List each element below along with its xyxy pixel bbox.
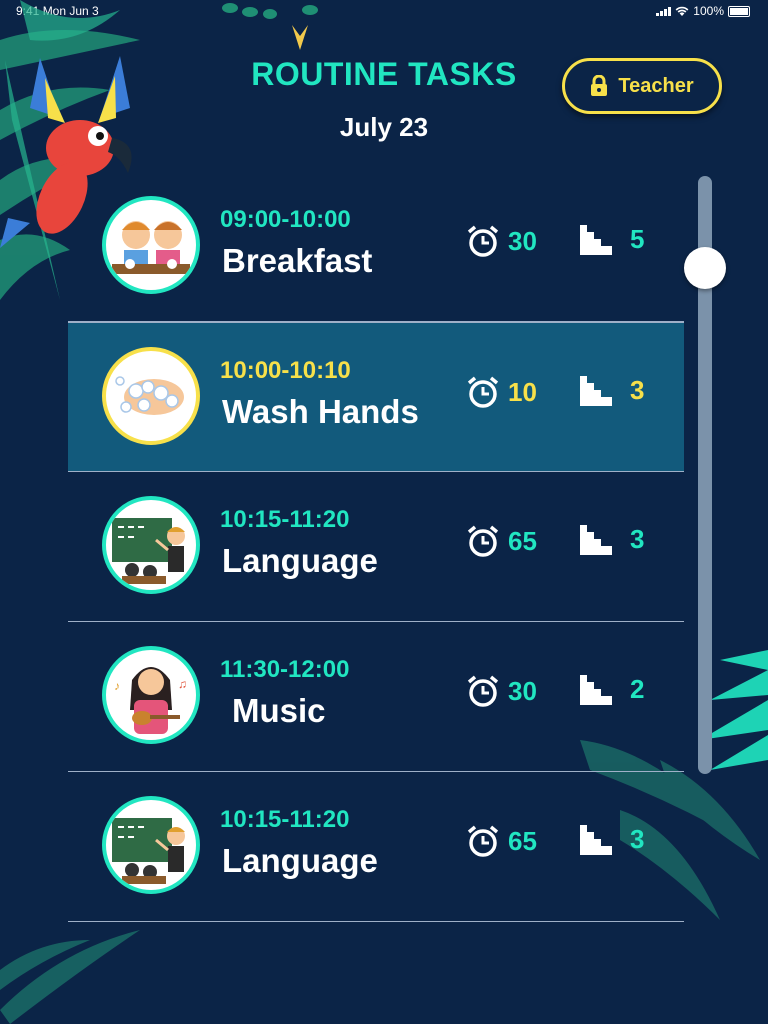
cellular-signal-icon — [656, 6, 672, 16]
steps-count: 3 — [630, 824, 645, 854]
task-row-language-2[interactable]: 10:15-11:20 Language 65 3 — [68, 772, 684, 922]
duration-minutes: 65 — [508, 525, 537, 556]
task-image-breakfast — [102, 196, 200, 294]
task-time: 10:00-10:10 — [220, 357, 351, 384]
task-steps: 5 — [580, 224, 644, 255]
stairs-icon — [580, 674, 612, 705]
alarm-clock-icon — [467, 225, 499, 257]
stairs-icon — [580, 824, 612, 855]
task-name: Music — [232, 692, 326, 729]
task-row-music[interactable]: ♪ ♫ 11:30-12:00 Music 30 2 — [68, 622, 684, 772]
task-duration: 65 — [466, 824, 537, 858]
alarm-clock-icon — [467, 825, 499, 857]
task-image-language — [102, 796, 200, 894]
stairs-icon — [580, 224, 612, 255]
task-steps: 3 — [580, 524, 644, 555]
battery-icon — [728, 5, 750, 17]
duration-minutes: 30 — [508, 675, 537, 706]
steps-count: 3 — [630, 524, 645, 554]
task-time: 09:00-10:00 — [220, 206, 351, 233]
task-steps: 3 — [580, 375, 644, 406]
task-list: 09:00-10:00 Breakfast 30 5 10:00-10:10 W… — [68, 172, 684, 922]
steps-count: 3 — [630, 375, 645, 405]
status-time: 9:41 Mon Jun 3 — [16, 4, 99, 18]
task-duration: 65 — [466, 524, 537, 558]
task-time: 10:15-11:20 — [220, 806, 350, 833]
duration-minutes: 65 — [508, 825, 537, 856]
stairs-icon — [580, 375, 612, 406]
steps-count: 2 — [630, 674, 645, 704]
leaves-bottom-left-decoration — [0, 930, 140, 1024]
task-image-music: ♪ ♫ — [102, 646, 200, 744]
task-image-wash-hands — [102, 347, 200, 445]
task-name: Breakfast — [222, 242, 373, 279]
alarm-clock-icon — [467, 675, 499, 707]
alarm-clock-icon — [467, 376, 499, 408]
wifi-icon — [675, 6, 689, 16]
stairs-icon — [580, 524, 612, 555]
task-duration: 10 — [466, 375, 537, 409]
status-indicators: 100% — [656, 4, 750, 18]
svg-text:♪: ♪ — [114, 679, 120, 693]
duration-minutes: 30 — [508, 225, 537, 256]
teacher-button-label: Teacher — [618, 74, 694, 97]
task-image-language — [102, 496, 200, 594]
task-time: 10:15-11:20 — [220, 506, 350, 533]
steps-count: 5 — [630, 224, 645, 254]
duration-minutes: 10 — [508, 376, 537, 407]
status-bar: 9:41 Mon Jun 3 100% — [0, 0, 768, 22]
task-steps: 3 — [580, 824, 644, 855]
task-time: 11:30-12:00 — [220, 656, 350, 683]
task-row-wash-hands[interactable]: 10:00-10:10 Wash Hands 10 3 — [68, 322, 684, 472]
scrollbar-thumb[interactable] — [684, 247, 726, 289]
task-name: Language — [222, 842, 378, 879]
task-name: Wash Hands — [222, 393, 419, 430]
task-name: Language — [222, 542, 378, 579]
alarm-clock-icon — [467, 525, 499, 557]
task-steps: 2 — [580, 674, 644, 705]
task-duration: 30 — [466, 674, 537, 708]
battery-percent: 100% — [693, 4, 724, 18]
lock-icon — [591, 75, 608, 96]
teacher-button[interactable]: Teacher — [562, 58, 722, 114]
svg-text:♫: ♫ — [178, 677, 187, 691]
task-row-breakfast[interactable]: 09:00-10:00 Breakfast 30 5 — [68, 172, 684, 322]
task-row-language[interactable]: 10:15-11:20 Language 65 3 — [68, 472, 684, 622]
task-duration: 30 — [466, 224, 537, 258]
page-date: July 23 — [339, 112, 429, 142]
